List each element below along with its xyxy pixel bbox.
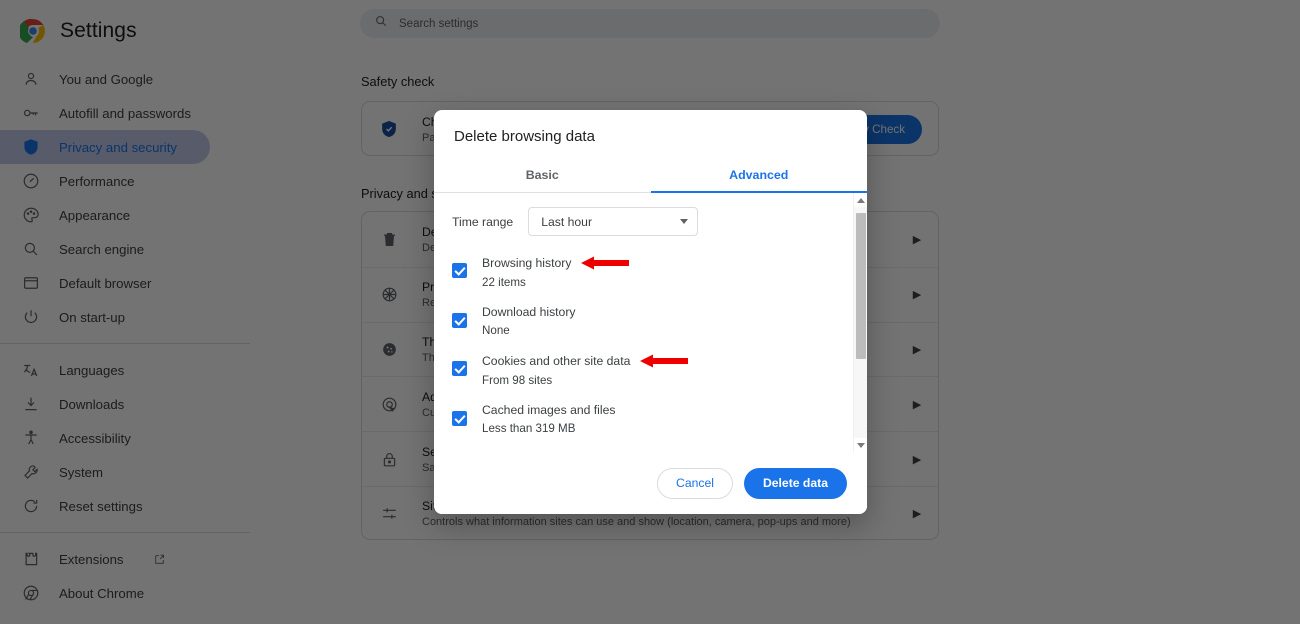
- annotation-arrow-browsing-history: [581, 255, 630, 271]
- annotation-arrow-cookies: [640, 353, 689, 369]
- tab-advanced[interactable]: Advanced: [650, 160, 867, 193]
- checkbox-cached-images-and-files[interactable]: [452, 411, 467, 426]
- tab-basic[interactable]: Basic: [434, 160, 651, 193]
- option-detail: 22 items: [482, 276, 526, 289]
- scrollbar-thumb[interactable]: [856, 213, 866, 359]
- option-detail: None: [482, 324, 510, 337]
- option-browsing-history[interactable]: Browsing history 22 items: [452, 247, 853, 297]
- scroll-up-arrow-icon[interactable]: [854, 193, 867, 207]
- checkbox-cookies-and-other-site-data[interactable]: [452, 361, 467, 376]
- dialog-scroll-content: Time range Last hour Browsing history 22…: [434, 193, 853, 452]
- settings-window: Settings You and Google Autofill and pas…: [0, 0, 1300, 624]
- time-range-value: Last hour: [541, 214, 593, 229]
- option-label: Browsing history: [482, 256, 572, 270]
- option-label: Passwords and other sign-in data: [482, 451, 663, 452]
- data-type-options: Browsing history 22 items Download histo…: [434, 236, 853, 452]
- option-passwords-and-other-sign-in-data[interactable]: Passwords and other sign-in data None: [452, 443, 853, 452]
- delete-data-button[interactable]: Delete data: [743, 467, 847, 499]
- delete-browsing-data-dialog: Delete browsing data Basic Advanced Time…: [434, 110, 867, 514]
- checkbox-browsing-history[interactable]: [452, 263, 467, 278]
- dialog-footer: Cancel Delete data: [434, 452, 867, 514]
- chevron-down-icon: [680, 219, 689, 224]
- time-range-row: Time range Last hour: [434, 207, 853, 236]
- time-range-label: Time range: [452, 214, 514, 229]
- scroll-down-arrow-icon[interactable]: [854, 438, 867, 452]
- time-range-select[interactable]: Last hour: [528, 207, 699, 236]
- dialog-scrollbar[interactable]: [853, 193, 867, 452]
- option-detail: Less than 319 MB: [482, 422, 576, 435]
- option-label: Cookies and other site data: [482, 354, 631, 368]
- option-label: Download history: [482, 305, 576, 319]
- checkbox-download-history[interactable]: [452, 313, 467, 328]
- option-download-history[interactable]: Download history None: [452, 297, 853, 345]
- dialog-body: Time range Last hour Browsing history 22…: [434, 193, 867, 452]
- option-cookies-and-other-site-data[interactable]: Cookies and other site data From 98 site…: [452, 345, 853, 395]
- option-cached-images-and-files[interactable]: Cached images and files Less than 319 MB: [452, 395, 853, 443]
- option-detail: From 98 sites: [482, 374, 553, 387]
- scrollbar-track[interactable]: [854, 207, 867, 438]
- dialog-tabs: Basic Advanced: [434, 160, 867, 193]
- cancel-button[interactable]: Cancel: [657, 467, 733, 499]
- option-label: Cached images and files: [482, 403, 616, 417]
- dialog-title: Delete browsing data: [454, 128, 595, 145]
